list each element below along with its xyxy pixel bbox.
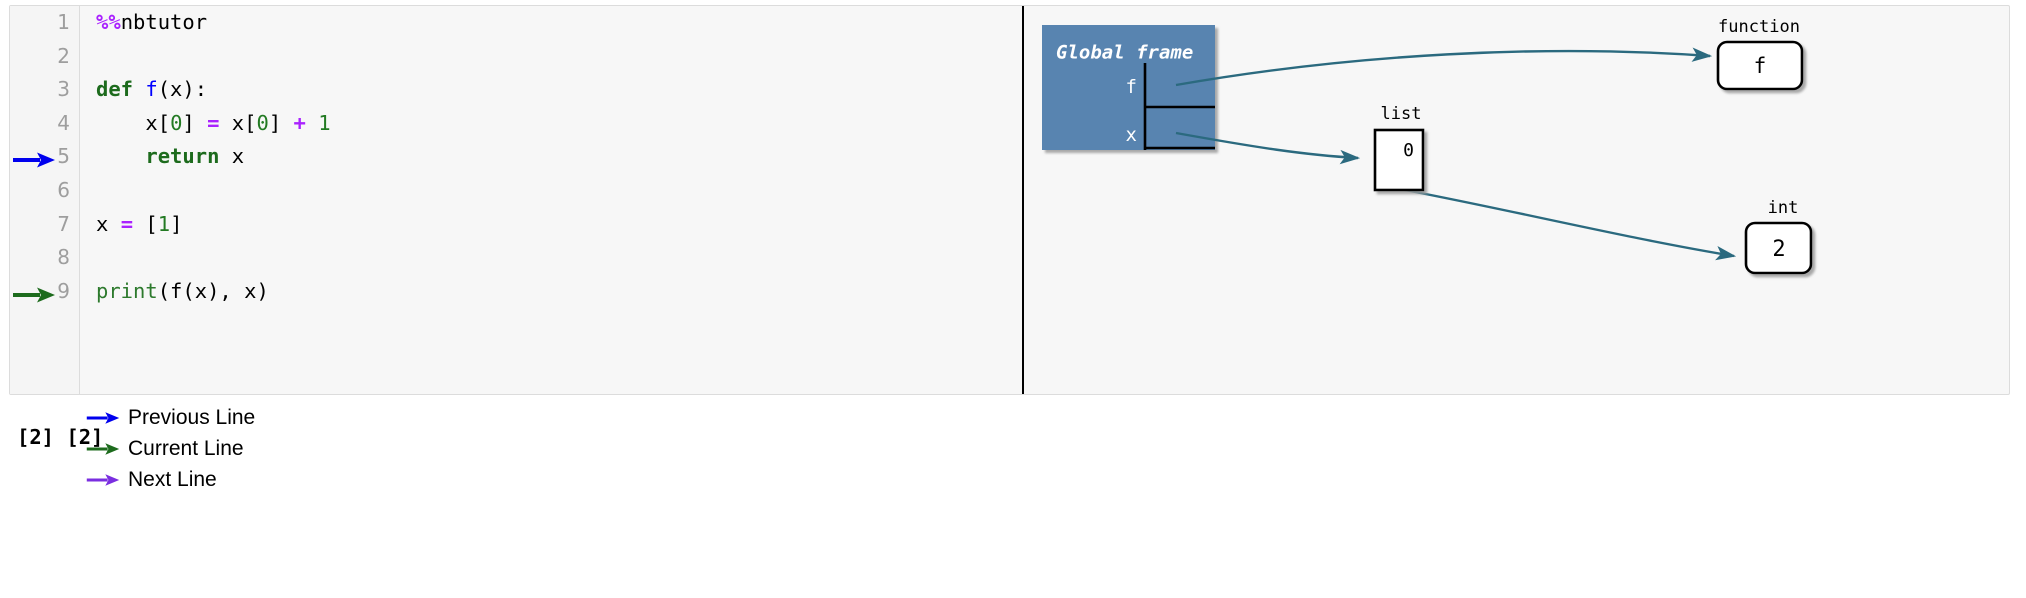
object-type-label-int: int <box>1768 198 1799 218</box>
line-number-text: 8 <box>57 245 70 270</box>
frame-variable-f-label: f <box>1126 76 1137 98</box>
object-int: int 2 <box>1744 198 1813 275</box>
nbtutor-cell: 123456789 %%nbtutor def f(x): x[0] = x[0… <box>9 5 2010 395</box>
code-token: x[ <box>96 110 171 135</box>
object-type-label-list: list <box>1381 104 1422 124</box>
code-token: ] <box>170 211 183 236</box>
code-token: nbtutor <box>120 10 208 34</box>
code-line-5[interactable]: return x <box>81 140 1014 174</box>
code-token: = <box>120 211 134 236</box>
line-number-5: 5 <box>10 140 79 174</box>
code-token: return <box>145 144 220 169</box>
object-type-label-function: function <box>1718 17 1800 37</box>
code-token: [ <box>133 211 158 236</box>
line-number-6: 6 <box>10 174 79 208</box>
code-line-4[interactable]: x[0] = x[0] + 1 <box>81 107 1014 141</box>
code-token: 0 <box>170 110 183 135</box>
line-number-1: 1 <box>10 6 79 40</box>
global-frame-title: Global frame <box>1056 42 1193 64</box>
line-number-7: 7 <box>10 208 79 242</box>
line-number-text: 5 <box>57 144 70 169</box>
object-list: list 0 <box>1373 104 1425 192</box>
line-number-4: 4 <box>10 107 79 141</box>
line-number-text: 2 <box>57 43 70 68</box>
code-token: = <box>207 110 220 135</box>
line-number-gutter: 1 2 3 4 5 6 7 8 9 <box>10 6 80 394</box>
legend-label: Previous Line <box>128 405 256 429</box>
code-token: (x): <box>157 77 208 102</box>
code-line-9[interactable]: print(f(x), x) <box>81 275 1014 309</box>
line-marker-legend: Previous Line Current Line Next Line <box>86 402 506 495</box>
code-line-7[interactable]: x = [1] <box>81 208 1014 242</box>
line-number-text: 1 <box>57 10 70 34</box>
code-token: print <box>96 278 158 303</box>
legend-item-previous-line: Previous Line <box>86 402 506 433</box>
list-index-label-0: 0 <box>1403 140 1414 161</box>
line-number-9: 9 <box>10 275 79 309</box>
code-editor[interactable]: %%nbtutor def f(x): x[0] = x[0] + 1 retu… <box>81 6 1014 394</box>
next-line-arrow-icon <box>86 472 120 488</box>
current-line-arrow-icon <box>12 282 56 303</box>
memory-diagram: Global frame f x function f list 0 int 2 <box>1042 17 1813 275</box>
code-line-2[interactable] <box>81 40 1014 74</box>
code-token: ] <box>182 110 208 135</box>
previous-line-arrow-icon <box>12 147 56 168</box>
frame-variable-x-label: x <box>1126 124 1137 146</box>
legend-item-current-line: Current Line <box>86 433 506 464</box>
code-line-8[interactable] <box>81 241 1014 275</box>
line-number-text: 6 <box>57 177 70 202</box>
code-token: 1 <box>157 211 171 236</box>
code-token: 0 <box>256 110 269 135</box>
code-token: %% <box>96 10 121 34</box>
code-token: ] <box>268 110 294 135</box>
legend-label: Current Line <box>128 436 244 460</box>
code-token: x <box>96 211 121 236</box>
cell-output-stdout: [2] [2] <box>17 425 104 449</box>
code-token: f <box>145 77 158 102</box>
edge-f-to-function <box>1175 47 1713 87</box>
code-token: 1 <box>318 110 331 135</box>
code-token: def <box>96 77 134 102</box>
line-number-text: 3 <box>57 77 70 102</box>
object-value-function: f <box>1754 54 1767 78</box>
code-line-1[interactable]: %%nbtutor <box>81 6 1014 40</box>
memory-visualization-pane: Global frame f x function f list 0 int 2 <box>1024 6 2010 394</box>
code-token: (f(x), x) <box>157 278 269 303</box>
code-line-3[interactable]: def f(x): <box>81 73 1014 107</box>
object-value-int: 2 <box>1772 237 1785 262</box>
line-number-text: 9 <box>57 278 70 303</box>
previous-line-arrow-icon <box>86 410 120 426</box>
edge-list-to-int <box>1383 184 1737 261</box>
legend-item-next-line: Next Line <box>86 464 506 495</box>
line-number-8: 8 <box>10 241 79 275</box>
line-number-text: 7 <box>57 211 70 236</box>
line-number-text: 4 <box>57 110 70 135</box>
code-token: x <box>219 144 245 169</box>
code-line-6[interactable] <box>81 174 1014 208</box>
code-pane[interactable]: 123456789 %%nbtutor def f(x): x[0] = x[0… <box>10 6 1014 394</box>
line-number-3: 3 <box>10 73 79 107</box>
line-number-2: 2 <box>10 40 79 74</box>
global-frame: Global frame f x <box>1042 25 1215 150</box>
code-token: + <box>293 110 306 135</box>
code-token: x[ <box>219 110 257 135</box>
object-function-f: function f <box>1716 17 1804 91</box>
legend-label: Next Line <box>128 467 217 491</box>
